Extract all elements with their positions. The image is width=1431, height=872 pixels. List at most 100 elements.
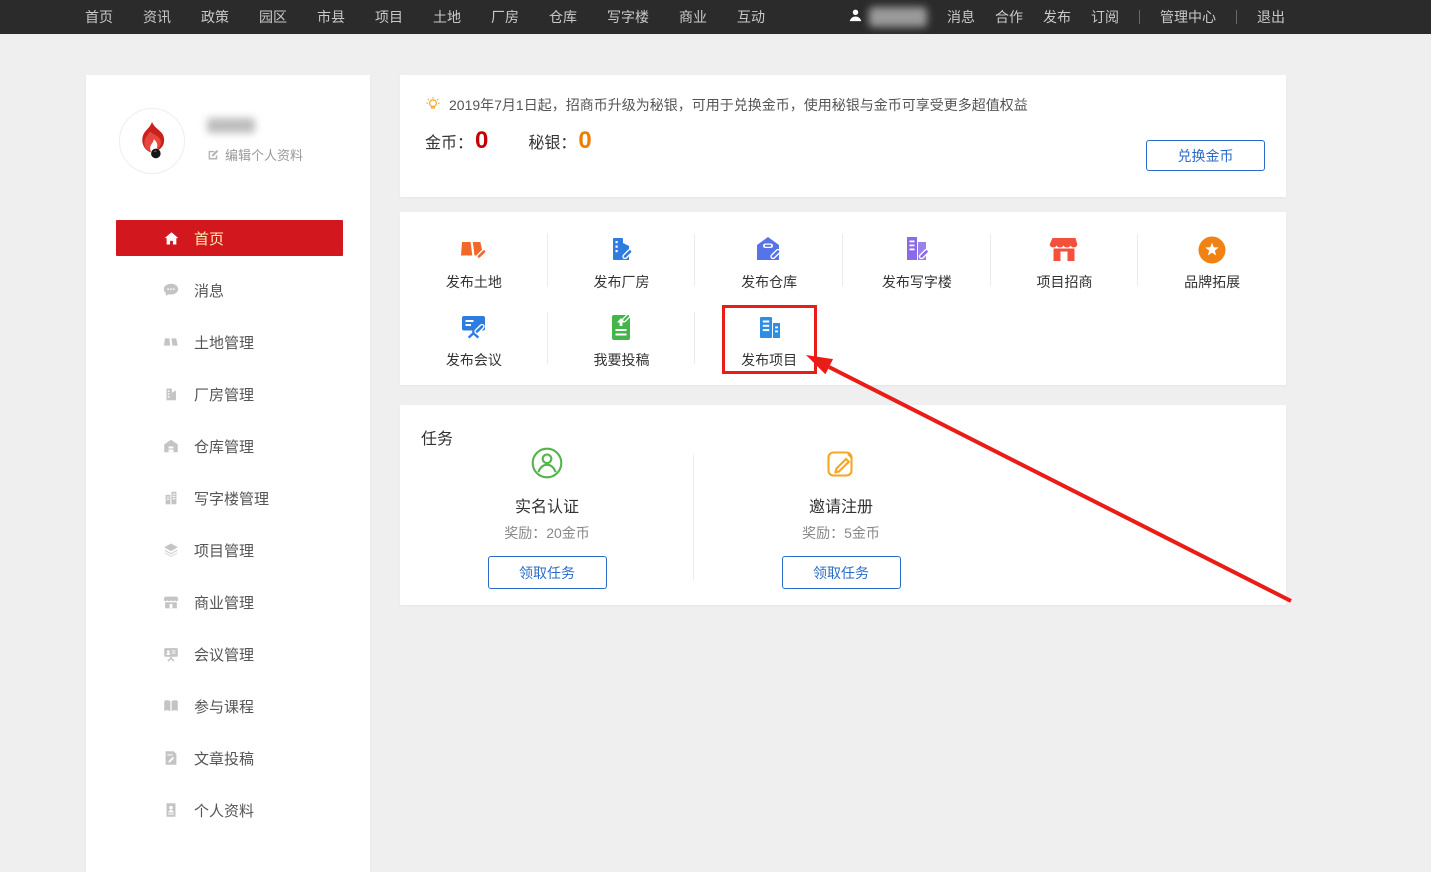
office-icon xyxy=(160,489,182,507)
sidebar-username-blurred xyxy=(207,118,255,133)
sidebar-item-home[interactable]: 首页 xyxy=(116,220,343,256)
nav-item-news[interactable]: 资讯 xyxy=(143,7,171,27)
sidebar: 编辑个人资料 首页 消息 土地管理 厂房管理 xyxy=(86,75,370,872)
bulb-icon xyxy=(425,96,441,115)
publish-meeting-label: 发布会议 xyxy=(446,350,502,370)
article-icon xyxy=(160,749,182,767)
nav-item-land[interactable]: 土地 xyxy=(433,7,461,27)
home-icon xyxy=(160,230,182,247)
sidebar-item-label: 厂房管理 xyxy=(194,384,254,405)
avatar xyxy=(119,108,185,174)
gold-coin-value: 0 xyxy=(475,129,488,153)
realname-auth-icon xyxy=(529,443,565,483)
claim-task-button[interactable]: 领取任务 xyxy=(488,556,607,589)
nav-item-subscribe[interactable]: 订阅 xyxy=(1091,7,1119,27)
silver-label: 秘银： xyxy=(528,129,576,153)
publish-project-cell[interactable]: 发布项目 xyxy=(695,304,843,382)
publish-office-cell[interactable]: 发布写字楼 xyxy=(843,226,991,304)
task-name: 邀请注册 xyxy=(809,493,873,517)
nav-item-business[interactable]: 商业 xyxy=(679,7,707,27)
project-investment-cell[interactable]: 项目招商 xyxy=(991,226,1139,304)
publish-meeting-cell[interactable]: 发布会议 xyxy=(400,304,548,382)
publish-land-cell[interactable]: 发布土地 xyxy=(400,226,548,304)
task-realname-auth: 实名认证 奖励：20金币 领取任务 xyxy=(400,443,694,589)
sidebar-item-label: 消息 xyxy=(194,280,224,301)
sidebar-item-meeting-management[interactable]: 会议管理 xyxy=(86,628,370,680)
nav-item-office[interactable]: 写字楼 xyxy=(607,7,649,27)
publish-project-label: 发布项目 xyxy=(741,350,797,370)
notice-text: 2019年7月1日起，招商币升级为秘银，可用于兑换金币，使用秘银与金币可享受更多… xyxy=(449,95,1028,115)
sidebar-item-factory-management[interactable]: 厂房管理 xyxy=(86,368,370,420)
nav-item-park[interactable]: 园区 xyxy=(259,7,287,27)
sidebar-item-label: 文章投稿 xyxy=(194,748,254,769)
username-blurred xyxy=(869,7,927,27)
publish-warehouse-icon xyxy=(751,226,787,268)
sidebar-item-business-management[interactable]: 商业管理 xyxy=(86,576,370,628)
sidebar-item-label: 参与课程 xyxy=(194,696,254,717)
publish-factory-cell[interactable]: 发布厂房 xyxy=(548,226,696,304)
publish-factory-icon xyxy=(603,226,639,268)
nav-item-interact[interactable]: 互动 xyxy=(737,7,765,27)
nav-item-logout[interactable]: 退出 xyxy=(1257,7,1285,27)
nav-item-messages[interactable]: 消息 xyxy=(947,7,975,27)
exchange-gold-button[interactable]: 兑换金币 xyxy=(1146,140,1265,171)
publish-warehouse-cell[interactable]: 发布仓库 xyxy=(695,226,843,304)
nav-item-publish[interactable]: 发布 xyxy=(1043,7,1071,27)
navbar-user xyxy=(848,7,927,27)
sidebar-item-label: 土地管理 xyxy=(194,332,254,353)
edit-profile-label: 编辑个人资料 xyxy=(225,145,303,164)
edit-profile-link[interactable]: 编辑个人资料 xyxy=(207,145,303,164)
sidebar-item-label: 项目管理 xyxy=(194,540,254,561)
sidebar-item-land-management[interactable]: 土地管理 xyxy=(86,316,370,368)
nav-item-cooperation[interactable]: 合作 xyxy=(995,7,1023,27)
sidebar-item-project-management[interactable]: 项目管理 xyxy=(86,524,370,576)
sidebar-item-warehouse-management[interactable]: 仓库管理 xyxy=(86,420,370,472)
sidebar-item-label: 仓库管理 xyxy=(194,436,254,457)
publish-land-icon xyxy=(456,226,492,268)
sidebar-item-personal-info[interactable]: 个人资料 xyxy=(86,784,370,836)
tasks-card: 任务 实名认证 奖励：20金币 领取任务 邀请注册 奖励：5金币 领取任务 xyxy=(400,405,1286,605)
nav-item-factory[interactable]: 厂房 xyxy=(491,7,519,27)
nav-item-warehouse[interactable]: 仓库 xyxy=(549,7,577,27)
publish-land-label: 发布土地 xyxy=(446,272,502,292)
publish-warehouse-label: 发布仓库 xyxy=(741,272,797,292)
gold-coin-label: 金币： xyxy=(425,129,473,153)
profile-icon xyxy=(160,801,182,819)
sidebar-item-office-management[interactable]: 写字楼管理 xyxy=(86,472,370,524)
sidebar-item-label: 会议管理 xyxy=(194,644,254,665)
coins-notice-card: 2019年7月1日起，招商币升级为秘银，可用于兑换金币，使用秘银与金币可享受更多… xyxy=(400,75,1286,197)
task-reward: 奖励：20金币 xyxy=(504,523,590,543)
publish-factory-label: 发布厂房 xyxy=(593,272,649,292)
land-icon xyxy=(160,333,182,351)
top-nav-menu: 首页 资讯 政策 园区 市县 项目 土地 厂房 仓库 写字楼 商业 互动 xyxy=(0,7,765,27)
brand-expansion-label: 品牌拓展 xyxy=(1184,272,1240,292)
nav-item-policy[interactable]: 政策 xyxy=(201,7,229,27)
store-icon xyxy=(160,593,182,611)
nav-divider xyxy=(1236,10,1237,24)
layers-icon xyxy=(160,541,182,559)
warehouse-icon xyxy=(160,437,182,455)
invite-register-icon xyxy=(823,443,859,483)
nav-item-project[interactable]: 项目 xyxy=(375,7,403,27)
sidebar-item-label: 写字楼管理 xyxy=(194,488,269,509)
nav-item-manage-center[interactable]: 管理中心 xyxy=(1160,7,1216,27)
submit-article-cell[interactable]: 我要投稿 xyxy=(548,304,696,382)
meeting-icon xyxy=(160,645,182,663)
sidebar-item-article-submission[interactable]: 文章投稿 xyxy=(86,732,370,784)
task-invite-register: 邀请注册 奖励：5金币 领取任务 xyxy=(694,443,988,589)
publish-actions-card: 发布土地 发布厂房 发布仓库 发布写字楼 项目招商 xyxy=(400,212,1286,385)
submit-article-icon xyxy=(603,304,639,346)
flame-logo-icon xyxy=(129,118,175,164)
message-icon xyxy=(160,281,182,299)
sidebar-item-courses[interactable]: 参与课程 xyxy=(86,680,370,732)
task-name: 实名认证 xyxy=(515,493,579,517)
nav-divider xyxy=(1139,10,1140,24)
sidebar-item-label: 首页 xyxy=(194,228,224,249)
brand-expansion-cell[interactable]: 品牌拓展 xyxy=(1138,226,1286,304)
nav-item-county[interactable]: 市县 xyxy=(317,7,345,27)
nav-item-home[interactable]: 首页 xyxy=(85,7,113,27)
task-reward: 奖励：5金币 xyxy=(802,523,880,543)
book-icon xyxy=(160,697,182,715)
claim-task-button[interactable]: 领取任务 xyxy=(782,556,901,589)
sidebar-item-messages[interactable]: 消息 xyxy=(86,264,370,316)
